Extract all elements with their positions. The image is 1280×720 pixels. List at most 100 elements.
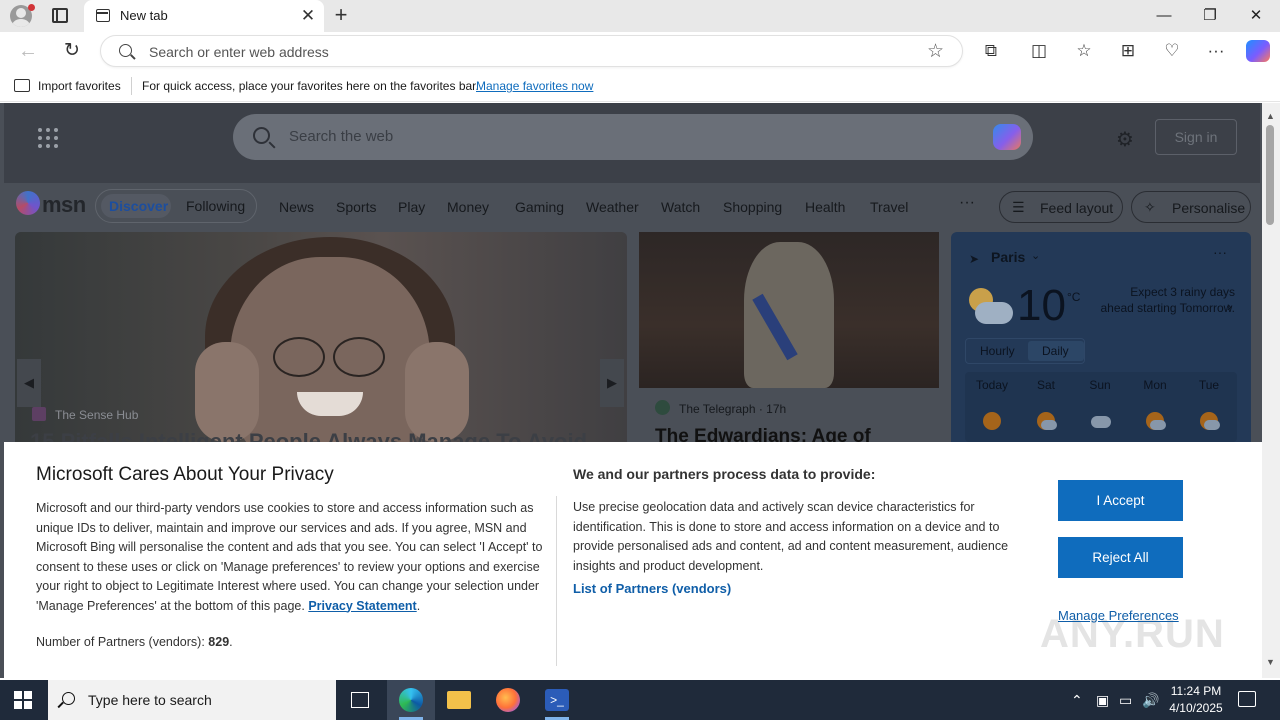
msn-nav-bar: msn Discover Following News Sports Play … (4, 183, 1260, 231)
copilot-search-icon[interactable] (993, 124, 1021, 150)
nav-item-play[interactable]: Play (398, 199, 425, 215)
favorites-bar: Import favorites For quick access, place… (0, 70, 1280, 102)
extensions-icon[interactable]: ⧉ (979, 40, 1003, 62)
collections-icon[interactable]: ⊞ (1116, 40, 1140, 62)
nav-item-travel[interactable]: Travel (870, 199, 908, 215)
close-window-button[interactable]: ✕ (1233, 0, 1279, 32)
scroll-down-icon[interactable]: ▼ (1266, 657, 1275, 667)
nav-item-gaming[interactable]: Gaming (515, 199, 564, 215)
address-bar[interactable]: Search or enter web address ☆ (100, 35, 963, 67)
firefox-taskbar-button[interactable] (484, 680, 532, 720)
forecast-day[interactable]: Sat (1019, 378, 1073, 392)
telegraph-logo-icon (655, 400, 670, 415)
split-screen-icon[interactable]: ◫ (1027, 40, 1051, 62)
search-icon (119, 44, 132, 57)
chevron-down-icon[interactable]: ⌄ (1031, 249, 1040, 262)
feed-layout-button[interactable]: ☰ Feed layout (999, 191, 1123, 223)
tab-new-tab[interactable]: New tab ✕ (84, 0, 324, 32)
carousel-next-button[interactable]: ▶ (600, 359, 624, 407)
hero-image-hand (195, 342, 259, 442)
forecast-day[interactable]: Today (965, 378, 1019, 392)
gear-icon[interactable]: ⚙ (1116, 127, 1134, 152)
sign-in-button[interactable]: Sign in (1155, 119, 1237, 155)
device-icon[interactable]: ▣ (1096, 692, 1109, 709)
task-view-button[interactable] (336, 680, 384, 720)
tab-close-icon[interactable]: ✕ (298, 6, 318, 26)
weather-unit[interactable]: °C (1067, 290, 1080, 304)
nav-item-watch[interactable]: Watch (661, 199, 700, 215)
feed-layout-label: Feed layout (1040, 200, 1114, 216)
msn-header: Search the web ⚙ Sign in (4, 103, 1260, 183)
scroll-thumb[interactable] (1266, 125, 1274, 225)
minimize-button[interactable]: — (1141, 0, 1187, 32)
list-of-partners-link[interactable]: List of Partners (vendors) (573, 581, 731, 596)
nav-item-shopping[interactable]: Shopping (723, 199, 782, 215)
accept-button[interactable]: I Accept (1058, 480, 1183, 521)
import-favorites-icon (14, 79, 30, 92)
browser-essentials-icon[interactable]: ♡ (1160, 40, 1184, 62)
forecast-day[interactable]: Sun (1073, 378, 1127, 392)
favorites-icon[interactable]: ☆ (1072, 40, 1096, 62)
task-view-icon (351, 692, 369, 708)
tab-daily[interactable]: Daily (1042, 344, 1069, 358)
network-icon[interactable]: ▭ (1119, 692, 1132, 709)
manage-preferences-link[interactable]: Manage Preferences (1058, 608, 1179, 623)
apps-launcher-icon[interactable] (38, 128, 58, 148)
web-search-box[interactable]: Search the web (233, 114, 1033, 160)
nav-item-news[interactable]: News (279, 199, 314, 215)
new-tab-button[interactable]: + (330, 4, 352, 26)
chevron-right-icon[interactable]: › (1227, 298, 1232, 314)
nav-item-money[interactable]: Money (447, 199, 489, 215)
search-icon (253, 127, 270, 144)
privacy-statement-link[interactable]: Privacy Statement (308, 599, 416, 613)
tab-actions-icon[interactable] (52, 8, 68, 23)
folder-icon (447, 691, 471, 709)
forecast-day[interactable]: Tue (1182, 378, 1236, 392)
powershell-taskbar-button[interactable]: >_ (533, 680, 581, 720)
restore-button[interactable]: ❐ (1187, 0, 1233, 32)
hero-image-glasses (333, 337, 385, 377)
tab-following[interactable]: Following (186, 198, 245, 214)
hero-image-glasses (273, 337, 325, 377)
scroll-up-icon[interactable]: ▲ (1266, 111, 1275, 121)
source-logo-icon (32, 407, 46, 421)
weather-temperature: 10 (1017, 281, 1066, 330)
edge-taskbar-button[interactable] (387, 680, 435, 720)
carousel-prev-button[interactable]: ◀ (17, 359, 41, 407)
privacy-consent-banner: Microsoft Cares About Your Privacy Micro… (4, 442, 1262, 678)
tray-overflow-icon[interactable]: ⌃ (1071, 692, 1083, 709)
clock-time[interactable]: 11:24 PM (1164, 684, 1228, 698)
favorite-star-icon[interactable]: ☆ (927, 40, 944, 63)
weather-card[interactable]: ➤ Paris ⌄ ··· 10 °C Expect 3 rainy days … (951, 232, 1251, 442)
nav-more-icon[interactable]: ··· (959, 194, 975, 212)
clock-date[interactable]: 4/10/2025 (1164, 701, 1228, 715)
volume-icon[interactable]: 🔊 (1142, 692, 1159, 709)
weather-location[interactable]: Paris (991, 249, 1025, 265)
daily-forecast: Today Sat Sun Mon Tue (965, 372, 1237, 442)
personalise-button[interactable]: ✧ Personalise (1131, 191, 1251, 223)
manage-favorites-link[interactable]: Manage favorites now (476, 79, 593, 93)
nav-item-weather[interactable]: Weather (586, 199, 639, 215)
hero-image-hand (405, 342, 469, 442)
reject-all-button[interactable]: Reject All (1058, 537, 1183, 578)
weather-summary[interactable]: Expect 3 rainy days ahead starting Tomor… (1095, 284, 1235, 316)
forecast-toggle: Hourly Daily (965, 338, 1085, 364)
taskbar-search-box[interactable]: Type here to search (48, 680, 336, 720)
tab-hourly[interactable]: Hourly (980, 344, 1015, 358)
nav-item-sports[interactable]: Sports (336, 199, 376, 215)
news-card[interactable]: The Telegraph · 17h The Edwardians: Age … (639, 232, 939, 447)
settings-more-icon[interactable]: ··· (1204, 40, 1228, 62)
nav-item-health[interactable]: Health (805, 199, 845, 215)
windows-start-icon[interactable] (14, 691, 32, 709)
forecast-day[interactable]: Mon (1128, 378, 1182, 392)
notifications-icon[interactable] (1238, 691, 1256, 707)
weather-more-icon[interactable]: ··· (1213, 244, 1227, 260)
reload-icon[interactable]: ↻ (60, 40, 84, 62)
file-explorer-taskbar-button[interactable] (435, 680, 483, 720)
import-favorites-button[interactable]: Import favorites (38, 79, 121, 93)
tab-discover[interactable]: Discover (109, 198, 168, 214)
web-search-placeholder: Search the web (289, 128, 394, 145)
back-arrow-icon[interactable]: ← (16, 40, 40, 62)
copilot-icon[interactable] (1246, 40, 1270, 62)
page-scrollbar[interactable]: ▲ ▼ (1262, 103, 1280, 678)
